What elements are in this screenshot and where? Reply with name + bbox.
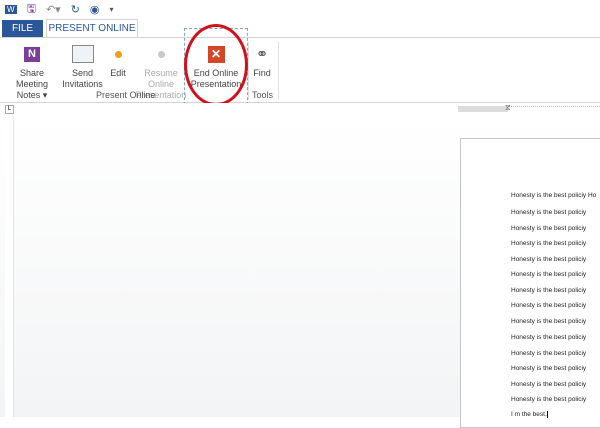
document-line[interactable]: Honesty is the best policiy [511,318,586,325]
edit-button[interactable]: Edit [106,40,130,79]
document-line[interactable]: Honesty is the best policiy [511,256,586,263]
document-line[interactable]: Honesty is the best policiy [511,271,586,278]
document-line[interactable]: Honesty is the best policiy [511,302,586,309]
ribbon: N Share Meeting Notes ▾ Send Invitations E… [0,37,600,103]
document-line[interactable]: Honesty is the best policiy [511,396,586,403]
onenote-icon: N [24,46,40,62]
document-area: Honesty is the best policiy Ho Honesty is… [0,117,600,428]
document-line[interactable]: Honesty is the best policiy [511,240,586,247]
touch-mode-icon[interactable]: ◉ [90,3,100,16]
vertical-ruler[interactable] [5,117,14,417]
customize-icon[interactable]: ▾ [110,5,114,14]
group-label-present-online: Present Online [96,90,156,100]
resume-dot-icon [157,50,165,58]
find-button[interactable]: ⚭ Find [250,40,274,79]
document-line[interactable]: Honesty is the best policiy [511,350,586,357]
save-icon[interactable]: 🖫 [27,0,36,19]
document-line[interactable]: Honesty is the best policiy [511,287,586,294]
send-invitations-button[interactable]: Send Invitations [60,40,105,90]
invitation-icon [71,45,94,63]
document-line[interactable]: Honesty is the best policiy [511,334,586,341]
quick-access-toolbar: W 🖫 ↶▾ ↻ ◉ ▾ [0,0,600,19]
share-meeting-notes-button[interactable]: N Share Meeting Notes ▾ [3,40,61,101]
binoculars-icon: ⚭ [255,45,269,63]
tab-selector[interactable]: L [5,105,14,114]
indent-marker-icon[interactable]: ⧖ [505,103,511,113]
word-icon: W [5,5,17,14]
edit-dot-icon [114,50,122,58]
document-line[interactable]: Honesty is the best policiy [511,365,586,372]
tab-file[interactable]: FILE [2,20,43,37]
annotation-circle [184,24,248,106]
document-line[interactable]: Honesty is the best policiy [511,209,586,216]
redo-icon[interactable]: ↻ [71,3,80,16]
document-line[interactable]: Honesty is the best policiy [511,381,586,388]
document-line[interactable]: Honesty is the best policiy [511,225,586,232]
group-label-tools: Tools [252,90,274,100]
document-page[interactable]: Honesty is the best policiy Ho Honesty is… [460,138,600,428]
horizontal-ruler[interactable]: L ⧖ [0,103,600,117]
undo-icon[interactable]: ↶▾ [46,3,61,16]
document-line[interactable]: Honesty is the best policiy Ho [511,192,596,199]
tab-present-online[interactable]: PRESENT ONLINE [46,19,138,37]
